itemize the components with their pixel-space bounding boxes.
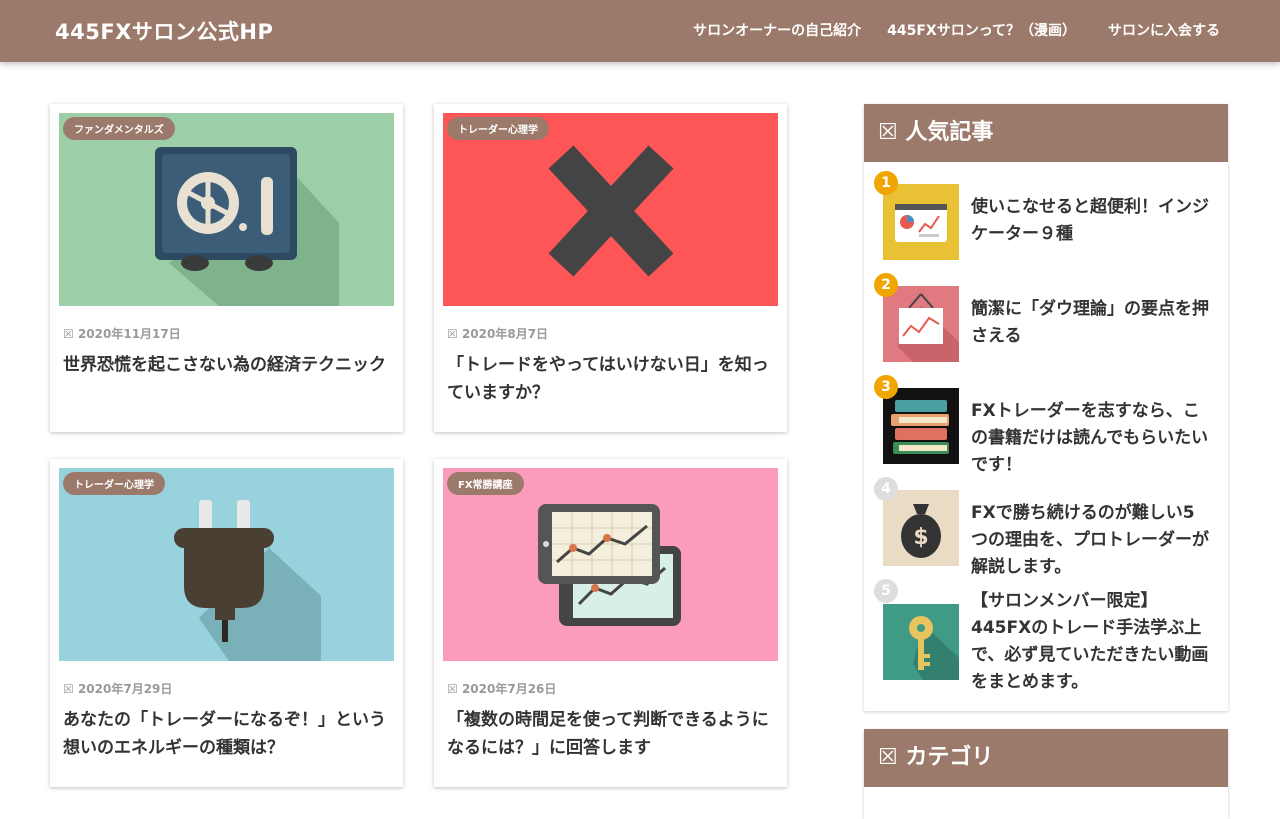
popular-posts-widget: ☒ 人気記事 1 使いこなせると超便利！インジケーター９種 2 簡潔に「ダウ理論…: [864, 104, 1228, 711]
post-card[interactable]: ファンダメンタルズ ☒ 2020年11月17日 世界恐慌を起こさない為の経済テク…: [50, 104, 403, 432]
rank-badge: 5: [874, 579, 898, 603]
post-thumbnail-safe[interactable]: ファンダメンタルズ: [59, 113, 394, 306]
post-date: ☒ 2020年8月7日: [447, 327, 549, 341]
popular-thumbnail[interactable]: [883, 184, 959, 260]
post-date: ☒ 2020年7月26日: [447, 682, 557, 696]
post-date: ☒ 2020年11月17日: [63, 327, 181, 341]
post-card[interactable]: トレーダー心理学 ☒ 2020年7月29日 あなたの「トレーダーになるぞ！」とい…: [50, 459, 403, 787]
calendar-icon: ☒: [63, 682, 74, 696]
rank-badge: 2: [874, 273, 898, 297]
rank-badge: 3: [874, 375, 898, 399]
category-badge[interactable]: トレーダー心理学: [447, 117, 549, 140]
popular-title[interactable]: 使いこなせると超便利！インジケーター９種: [971, 194, 1211, 248]
dollar-glyph: $: [913, 525, 928, 550]
post-title[interactable]: 世界恐慌を起こさない為の経済テクニック: [63, 351, 393, 379]
category-badge[interactable]: トレーダー心理学: [63, 472, 165, 495]
popular-item[interactable]: 1 使いこなせると超便利！インジケーター９種: [874, 171, 1223, 264]
post-title[interactable]: 「トレードをやってはいけない日」を知っていますか？: [447, 351, 777, 407]
category-badge[interactable]: FX常勝講座: [447, 472, 524, 495]
popular-item[interactable]: $ 4 FXで勝ち続けるのが難しい5つの理由を、プロトレーダーが解説します。: [874, 477, 1223, 577]
popular-title[interactable]: FXトレーダーを志すなら、この書籍だけは読んでもらいたいです！: [971, 398, 1211, 479]
post-thumbnail-cross[interactable]: トレーダー心理学: [443, 113, 778, 306]
categories-widget: ☒ カテゴリ: [864, 729, 1228, 819]
post-card[interactable]: FX常勝講座 ☒ 2020年7月26日 「複数の時間足を使って判断できるようにな…: [434, 459, 787, 787]
main-nav: サロンオーナーの自己紹介 445FXサロンって？（漫画） サロンに入会する: [693, 20, 1220, 40]
popular-item[interactable]: 3 FXトレーダーを志すなら、この書籍だけは読んでもらいたいです！: [874, 375, 1223, 475]
post-thumbnail-tablets[interactable]: FX常勝講座: [443, 468, 778, 661]
site-header: 445FXサロン公式HP サロンオーナーの自己紹介 445FXサロンって？（漫画…: [0, 0, 1280, 62]
popular-title[interactable]: 簡潔に「ダウ理論」の要点を押さえる: [971, 296, 1211, 350]
calendar-icon: ☒: [447, 327, 458, 341]
popular-thumbnail[interactable]: $: [883, 490, 959, 566]
post-title[interactable]: あなたの「トレーダーになるぞ！」という想いのエネルギーの種類は？: [63, 706, 393, 762]
post-card[interactable]: トレーダー心理学 ☒ 2020年8月7日 「トレードをやってはいけない日」を知っ…: [434, 104, 787, 432]
nav-about-salon-manga[interactable]: 445FXサロンって？（漫画）: [887, 20, 1076, 40]
popular-thumbnail[interactable]: [883, 286, 959, 362]
post-title[interactable]: 「複数の時間足を使って判断できるようになるには？」に回答します: [447, 706, 777, 762]
widget-heading: ☒ カテゴリ: [864, 729, 1228, 787]
post-date: ☒ 2020年7月29日: [63, 682, 173, 696]
category-badge[interactable]: ファンダメンタルズ: [63, 117, 175, 140]
popular-item[interactable]: 2 簡潔に「ダウ理論」の要点を押さえる: [874, 273, 1223, 366]
popular-item[interactable]: 5 【サロンメンバー限定】445FXのトレード手法学ぶ上で、必ず見ていただきたい…: [874, 579, 1223, 692]
nav-join-salon[interactable]: サロンに入会する: [1108, 20, 1220, 40]
popular-title[interactable]: 【サロンメンバー限定】445FXのトレード手法学ぶ上で、必ず見ていただきたい動画…: [971, 588, 1211, 696]
calendar-icon: ☒: [447, 682, 458, 696]
widget-heading-icon: ☒: [878, 745, 898, 770]
calendar-icon: ☒: [63, 327, 74, 341]
widget-heading-icon: ☒: [878, 120, 898, 145]
nav-owner-intro[interactable]: サロンオーナーの自己紹介: [693, 20, 861, 40]
site-title[interactable]: 445FXサロン公式HP: [55, 16, 273, 46]
rank-badge: 1: [874, 171, 898, 195]
popular-thumbnail[interactable]: [883, 388, 959, 464]
popular-title[interactable]: FXで勝ち続けるのが難しい5つの理由を、プロトレーダーが解説します。: [971, 500, 1211, 581]
rank-badge: 4: [874, 477, 898, 501]
popular-thumbnail[interactable]: [883, 604, 959, 680]
widget-heading: ☒ 人気記事: [864, 104, 1228, 162]
post-thumbnail-plug[interactable]: トレーダー心理学: [59, 468, 394, 661]
